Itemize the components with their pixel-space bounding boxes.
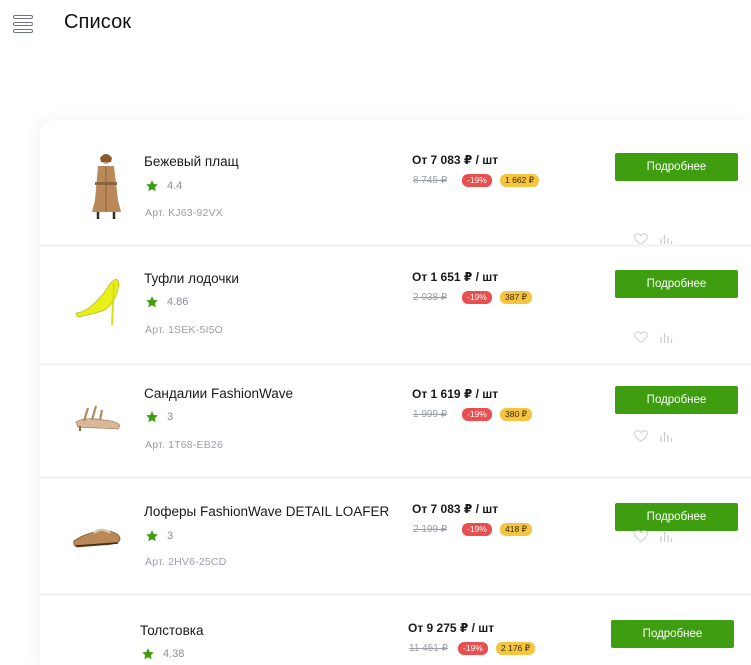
- list-item: Туфли лодочки 4.86 Арт. 1SEK-5I5O От 1 6…: [40, 247, 751, 363]
- product-price: От 1 651 ₽ / шт: [412, 270, 499, 284]
- product-rating: 3: [145, 410, 173, 424]
- bar-chart-icon[interactable]: [659, 530, 673, 542]
- product-rating: 4.4: [145, 179, 182, 193]
- product-name[interactable]: Толстовка: [140, 623, 203, 638]
- product-price: От 1 619 ₽ / шт: [412, 387, 499, 401]
- rating-value: 4.86: [167, 296, 189, 308]
- product-rating: 4.86: [145, 295, 188, 309]
- old-price: 1 999 ₽: [413, 409, 448, 420]
- saving-badge: 380 ₽: [500, 408, 532, 421]
- discount-badge: -19%: [462, 523, 492, 536]
- star-icon: [146, 296, 158, 308]
- discount-badge: -19%: [462, 291, 492, 304]
- saving-badge: 418 ₽: [500, 523, 532, 536]
- list-item: Лоферы FashionWave DETAIL LOAFER 3 Арт. …: [40, 479, 751, 593]
- page-title: Список: [64, 11, 132, 33]
- rating-value: 3: [167, 530, 174, 542]
- product-price: От 9 275 ₽ / шт: [408, 621, 495, 635]
- rating-value: 3: [167, 411, 174, 423]
- details-button[interactable]: Подробнее: [615, 153, 738, 181]
- product-name[interactable]: Бежевый плащ: [144, 154, 239, 169]
- saving-badge: 1 662 ₽: [500, 174, 540, 187]
- product-sku: Арт. 1T68-EB26: [145, 439, 224, 451]
- product-image-pump[interactable]: [74, 273, 122, 327]
- product-sku: Арт. 1SEK-5I5O: [145, 324, 224, 336]
- old-price: 2 199 ₽: [413, 524, 448, 535]
- bar-chart-icon[interactable]: [659, 430, 673, 442]
- menu-icon[interactable]: [13, 14, 33, 34]
- product-name[interactable]: Лоферы FashionWave DETAIL LOAFER: [144, 504, 389, 519]
- bar-chart-icon[interactable]: [659, 331, 673, 343]
- old-price: 8 745 ₽: [413, 175, 448, 186]
- list-item: Сандалии FashionWave 3 Арт. 1T68-EB26 От…: [40, 366, 751, 476]
- product-list: Бежевый плащ 4.4 Арт. KJ63-92VX От 7 083…: [40, 120, 751, 665]
- product-name[interactable]: Сандалии FashionWave: [144, 386, 293, 401]
- discount-badge: -19%: [462, 174, 492, 187]
- star-icon: [146, 180, 158, 192]
- list-item: Бежевый плащ 4.4 Арт. KJ63-92VX От 7 083…: [40, 120, 751, 245]
- star-icon: [142, 648, 154, 660]
- discount-badge: -19%: [462, 408, 492, 421]
- saving-badge: 387 ₽: [500, 291, 532, 304]
- product-rating: 3: [145, 529, 173, 543]
- product-price: От 7 083 ₽ / шт: [412, 153, 499, 167]
- list-item: Толстовка 4.38 От 9 275 ₽ / шт 11 451 ₽ …: [40, 596, 751, 665]
- heart-icon[interactable]: [634, 331, 648, 343]
- details-button[interactable]: Подробнее: [611, 620, 734, 648]
- rating-value: 4.4: [167, 180, 183, 192]
- product-image-coat[interactable]: [78, 150, 134, 220]
- old-price: 2 038 ₽: [413, 292, 448, 303]
- old-price: 11 451 ₽: [409, 643, 448, 654]
- details-button[interactable]: Подробнее: [615, 386, 738, 414]
- details-button[interactable]: Подробнее: [615, 503, 738, 531]
- saving-badge: 2 176 ₽: [496, 642, 536, 655]
- product-name[interactable]: Туфли лодочки: [144, 271, 239, 286]
- product-image-loafers[interactable]: [72, 517, 122, 551]
- heart-icon[interactable]: [634, 430, 648, 442]
- product-sku: Арт. 2HV6-25CD: [145, 556, 227, 568]
- product-sku: Арт. KJ63-92VX: [145, 207, 224, 219]
- product-price: От 7 083 ₽ / шт: [412, 502, 499, 516]
- star-icon: [146, 411, 158, 423]
- product-rating: 4.38: [141, 647, 184, 661]
- heart-icon[interactable]: [634, 530, 648, 542]
- discount-badge: -19%: [458, 642, 488, 655]
- details-button[interactable]: Подробнее: [615, 270, 738, 298]
- star-icon: [146, 530, 158, 542]
- product-image-sandals[interactable]: [74, 396, 122, 432]
- top-bar: Список: [0, 0, 751, 50]
- rating-value: 4.38: [163, 648, 185, 660]
